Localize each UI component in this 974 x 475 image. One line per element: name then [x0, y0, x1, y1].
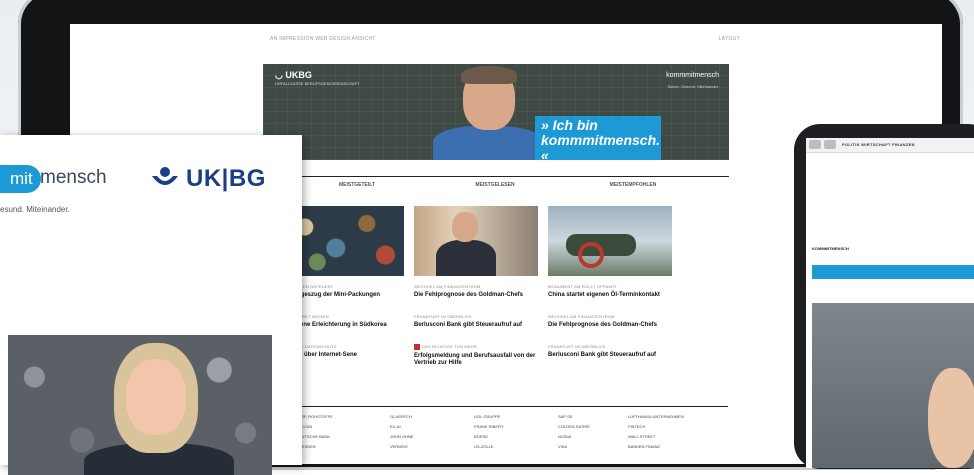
phone-section-label: KOMMMITMENSCH: [812, 246, 849, 251]
phone-nav-links[interactable]: POLITIK WIRTSCHAFT FINANZEN: [842, 142, 915, 147]
mit-pill-logo: mit: [0, 165, 41, 193]
search-icon[interactable]: [824, 140, 836, 149]
article-category: FRANKFURT IM ÜBERBLICK: [548, 344, 606, 349]
video-badge-icon: [414, 344, 420, 350]
phone-screen: POLITIK WIRTSCHAFT FINANZEN KOMMMITMENSC…: [806, 138, 974, 468]
topic-link[interactable]: EU-AI: [390, 424, 401, 429]
ukbg-logo-icon: [152, 167, 178, 185]
topic-link[interactable]: BÖRSE: [474, 434, 488, 439]
hero-person-image: [433, 66, 543, 160]
ukbg-logo-text: UK|BG: [186, 165, 266, 192]
article-headline-link[interactable]: Die Fehlprognose des Goldman-Chefs: [548, 322, 674, 329]
section-rule: [263, 176, 729, 177]
tab-meistgeteilt[interactable]: MEISTGETEILT: [292, 182, 422, 188]
kommmitmensch-tagline: Sicher. Gesund. Miteinander.: [667, 84, 719, 89]
ukbg-logo-icon: ◡: [275, 70, 286, 80]
topbar-right-text: LAYOUT: [718, 36, 740, 42]
tab-meistgelesen[interactable]: MEISTGELESEN: [430, 182, 560, 188]
topic-link[interactable]: GLASPECH: [390, 414, 412, 419]
article-category: FRANKFURT IM ÜBERBLICK: [414, 314, 472, 319]
article-thumbnail-goldman[interactable]: [414, 206, 538, 276]
brochure-card: mit mensch esund. Miteinander. UK|BG: [0, 135, 302, 475]
topic-link[interactable]: FINTECH: [628, 424, 645, 429]
topic-link[interactable]: NVIDIA: [558, 434, 571, 439]
section-labels: MEISTGETEILT MEISTGELESEN MEISTEMPFOHLEN: [262, 182, 728, 192]
phone-blue-banner[interactable]: [812, 265, 974, 279]
phone-topbar: POLITIK WIRTSCHAFT FINANZEN: [806, 138, 974, 153]
topic-link[interactable]: SAP SE: [558, 414, 572, 419]
mensch-logo-text: mensch: [40, 167, 107, 188]
brochure-tagline: esund. Miteinander.: [0, 205, 70, 214]
article-headline-link[interactable]: Berlusconi Bank gibt Steueraufruf auf: [548, 352, 674, 359]
article-thumbnail-cannon[interactable]: [548, 206, 672, 276]
ukbg-logo-subtitle: UNFALLKASSE BERUFSGENOSSENSCHAFT: [275, 81, 360, 86]
menu-icon[interactable]: [809, 140, 821, 149]
topic-link[interactable]: FRANK RIBERY: [474, 424, 504, 429]
topbar-left-text: AN IMPRESSION WEB DESIGN ANSICHT: [270, 36, 376, 42]
tab-meistempfohlen[interactable]: MEISTEMPFOHLEN: [568, 182, 698, 188]
topic-link[interactable]: WALL STREET: [628, 434, 656, 439]
topic-link[interactable]: BANKEN FINANZ: [628, 444, 660, 449]
phone-frame: POLITIK WIRTSCHAFT FINANZEN KOMMMITMENSC…: [794, 124, 974, 469]
hero-quote: » Ich bin kommmitmensch. «: [535, 116, 661, 160]
topic-link[interactable]: LUFTHANSA UNTERNEHMEN: [628, 414, 684, 419]
article-category: DAS RICHTIGE TUN MEHR: [414, 344, 477, 350]
kommmitmensch-logo[interactable]: kommmitmensch: [666, 72, 719, 79]
article-headline-link[interactable]: Die Fehlprognose des Goldman-Chefs: [414, 292, 540, 299]
topic-link[interactable]: VISA: [558, 444, 567, 449]
hero-banner[interactable]: ◡ UKBG UNFALLKASSE BERUFSGENOSSENSCHAFT …: [263, 64, 729, 160]
site-topbar: AN IMPRESSION WEB DESIGN ANSICHT LAYOUT: [270, 36, 740, 46]
article-category: MONUMENT AM ROLLT OPPAART: [548, 284, 617, 289]
phone-person: [928, 368, 974, 468]
brochure-portrait-image: [8, 335, 272, 475]
ukbg-logo[interactable]: ◡ UKBG: [275, 70, 312, 81]
bottom-rule: [262, 406, 728, 407]
article-category: WECHSEL AM FINANZZENTRUM: [414, 284, 481, 289]
article-headline-link[interactable]: Erfolgsmeldung und Berufsausfall von der…: [414, 353, 540, 367]
topic-link[interactable]: COLDEN SATIRE: [558, 424, 590, 429]
ukbg-brochure-logo: UK|BG: [150, 165, 266, 193]
topic-link[interactable]: VERMÖG: [390, 444, 408, 449]
article-headline-link[interactable]: China startet eigenen Öl-Terminkontakt: [548, 292, 674, 299]
article-category: WECHSEL AM FINANZZENTRUM: [548, 314, 615, 319]
topic-link[interactable]: US-ZÖLLE: [474, 444, 494, 449]
article-headline-link[interactable]: Berlusconi Bank gibt Steueraufruf auf: [414, 322, 540, 329]
topic-link[interactable]: JOHN OHNE: [390, 434, 414, 439]
topic-link[interactable]: LIDL GRUPPE: [474, 414, 500, 419]
